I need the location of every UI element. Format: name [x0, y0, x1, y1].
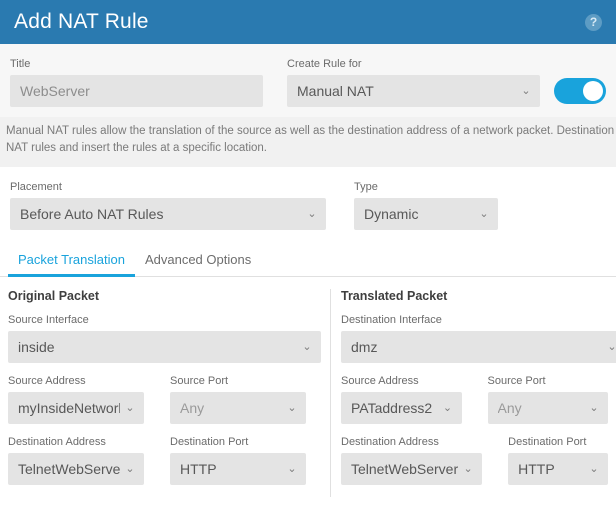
original-destination-port-select[interactable]: HTTP ⌄: [170, 453, 306, 486]
original-packet-column: Original Packet Source Interface inside …: [0, 289, 331, 498]
translated-packet-title: Translated Packet: [341, 289, 448, 304]
original-source-port-select[interactable]: Any ⌄: [170, 392, 306, 425]
create-rule-for-field-group: Create Rule for Manual NAT ⌄: [287, 58, 540, 108]
translated-source-address-label: Source Address: [341, 375, 419, 388]
description-band: Manual NAT rules allow the translation o…: [0, 117, 616, 168]
original-source-row: Source Address myInsideNetwork ⌄ Source …: [8, 375, 322, 425]
destination-interface-select[interactable]: dmz ⌄: [341, 331, 616, 364]
chevron-down-icon: ⌄: [442, 401, 453, 414]
original-source-port-label: Source Port: [170, 375, 229, 388]
create-rule-for-select[interactable]: Manual NAT ⌄: [287, 75, 540, 108]
original-source-port-field-group: Source Port Any ⌄: [170, 375, 306, 425]
source-interface-select[interactable]: inside ⌄: [8, 331, 321, 364]
original-destination-address-select[interactable]: TelnetWebServer ⌄: [8, 453, 144, 486]
help-circle-icon[interactable]: ?: [585, 13, 602, 31]
page-title: Add NAT Rule: [14, 9, 149, 33]
title-field-group: Title WebServer: [10, 58, 263, 108]
translated-destination-port-value: HTTP: [518, 461, 555, 478]
destination-interface-field-group: Destination Interface dmz ⌄: [341, 314, 616, 364]
placement-select[interactable]: Before Auto NAT Rules ⌄: [10, 198, 326, 231]
original-destination-row: Destination Address TelnetWebServer ⌄ De…: [8, 436, 322, 486]
source-interface-value: inside: [18, 339, 55, 356]
create-rule-for-value: Manual NAT: [297, 83, 374, 100]
original-destination-port-field-group: Destination Port HTTP ⌄: [170, 436, 306, 486]
enable-rule-toggle[interactable]: [554, 78, 606, 105]
source-interface-field-group: Source Interface inside ⌄: [8, 314, 321, 364]
tab-packet-translation[interactable]: Packet Translation: [8, 246, 135, 278]
top-form-row: Title WebServer Create Rule for Manual N…: [10, 58, 606, 108]
chevron-down-icon: ⌄: [589, 401, 599, 414]
chevron-down-icon: ⌄: [125, 401, 135, 414]
translated-source-port-field-group: Source Port Any ⌄: [487, 375, 608, 425]
translated-source-row: Source Address PATaddress2 ⌄ Source Port…: [341, 375, 608, 425]
chevron-down-icon: ⌄: [125, 462, 135, 475]
chevron-down-icon: ⌄: [589, 462, 599, 475]
destination-interface-value: dmz: [351, 339, 378, 356]
original-packet-title: Original Packet: [8, 289, 100, 304]
translated-destination-row: Destination Address TelnetWebServer ⌄ De…: [341, 436, 608, 486]
packet-translation-panel: Original Packet Source Interface inside …: [0, 277, 616, 498]
destination-interface-label: Destination Interface: [341, 314, 442, 327]
description-text: Manual NAT rules allow the translation o…: [6, 125, 616, 155]
type-select[interactable]: Dynamic ⌄: [354, 198, 498, 231]
original-destination-port-value: HTTP: [180, 461, 217, 478]
translated-source-address-field-group: Source Address PATaddress2 ⌄: [341, 375, 462, 425]
original-destination-address-label: Destination Address: [8, 436, 106, 449]
placement-value: Before Auto NAT Rules: [20, 206, 164, 223]
type-field-group: Type Dynamic ⌄: [354, 181, 498, 231]
translated-packet-column: Translated Packet Destination Interface …: [331, 289, 616, 497]
dialog-header: Add NAT Rule ?: [0, 0, 616, 44]
chevron-down-icon: ⌄: [607, 340, 616, 353]
tab-bar: Packet Translation Advanced Options: [0, 242, 616, 278]
original-source-address-field-group: Source Address myInsideNetwork ⌄: [8, 375, 144, 425]
original-source-address-label: Source Address: [8, 375, 86, 388]
translated-destination-port-label: Destination Port: [508, 436, 587, 449]
original-destination-address-value: TelnetWebServer: [18, 461, 120, 478]
original-destination-address-field-group: Destination Address TelnetWebServer ⌄: [8, 436, 144, 486]
placement-label: Placement: [10, 181, 62, 194]
translated-source-port-label: Source Port: [487, 375, 546, 388]
type-label: Type: [354, 181, 378, 194]
translated-destination-address-value: TelnetWebServer: [351, 461, 459, 478]
translated-destination-port-select[interactable]: HTTP ⌄: [508, 453, 608, 486]
chevron-down-icon: ⌄: [287, 401, 297, 414]
translated-source-address-select[interactable]: PATaddress2 ⌄: [341, 392, 462, 425]
toggle-knob: [583, 81, 603, 102]
original-source-port-value: Any: [180, 400, 205, 417]
tab-advanced-options[interactable]: Advanced Options: [135, 246, 261, 277]
rule-options-row: Placement Before Auto NAT Rules ⌄ Type D…: [0, 167, 616, 243]
translated-destination-port-field-group: Destination Port HTTP ⌄: [508, 436, 608, 486]
source-interface-label: Source Interface: [8, 314, 89, 327]
original-source-address-select[interactable]: myInsideNetwork ⌄: [8, 392, 144, 425]
translated-source-address-value: PATaddress2: [351, 400, 433, 417]
type-value: Dynamic: [364, 206, 419, 223]
chevron-down-icon: ⌄: [521, 84, 531, 97]
placement-field-group: Placement Before Auto NAT Rules ⌄: [10, 181, 326, 231]
translated-destination-address-select[interactable]: TelnetWebServer ⌄: [341, 453, 483, 486]
translated-destination-address-label: Destination Address: [341, 436, 439, 449]
chevron-down-icon: ⌄: [287, 462, 297, 475]
title-input[interactable]: WebServer: [10, 75, 263, 108]
original-source-address-value: myInsideNetwork: [18, 400, 120, 417]
translated-destination-address-field-group: Destination Address TelnetWebServer ⌄: [341, 436, 483, 486]
chevron-down-icon: ⌄: [479, 207, 489, 220]
top-form-band: Title WebServer Create Rule for Manual N…: [0, 44, 616, 118]
create-rule-for-label: Create Rule for: [287, 58, 362, 70]
chevron-down-icon: ⌄: [302, 340, 312, 353]
translated-source-port-select[interactable]: Any ⌄: [487, 392, 608, 425]
chevron-down-icon: ⌄: [307, 207, 317, 220]
chevron-down-icon: ⌄: [463, 462, 473, 475]
title-label: Title: [10, 58, 31, 70]
original-destination-port-label: Destination Port: [170, 436, 249, 449]
translated-source-port-value: Any: [497, 400, 522, 417]
